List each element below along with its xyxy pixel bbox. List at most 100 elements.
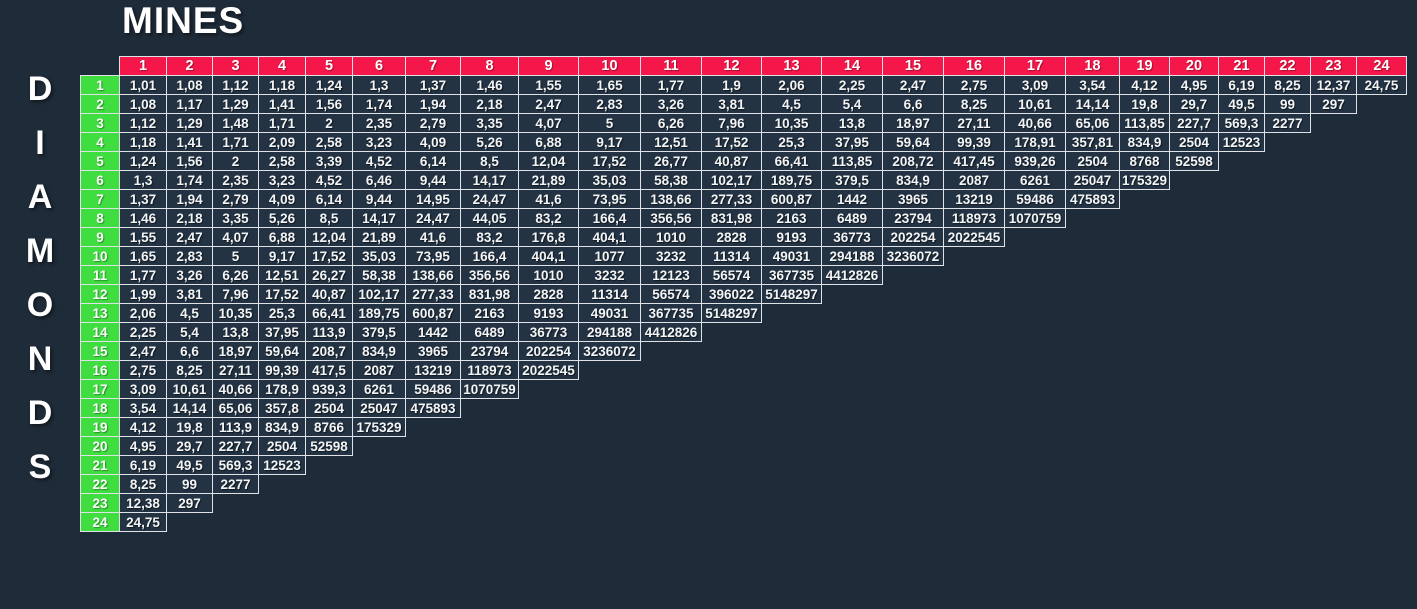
multiplier-cell: 24,47: [461, 190, 519, 209]
mines-column-header: 15: [883, 57, 944, 76]
multiplier-cell: 6489: [461, 323, 519, 342]
mines-column-header: 14: [822, 57, 883, 76]
multiplier-cell: 7,96: [213, 285, 259, 304]
multiplier-cell: 2,75: [120, 361, 167, 380]
multiplier-cell: 834,9: [883, 171, 944, 190]
multiplier-cell: 73,95: [579, 190, 641, 209]
multiplier-cell: 2828: [519, 285, 579, 304]
multiplier-cell: 2,83: [579, 95, 641, 114]
diamonds-row-header: 19: [81, 418, 120, 437]
multiplier-cell: 14,17: [353, 209, 406, 228]
multiplier-cell: 3232: [579, 266, 641, 285]
multiplier-cell: 10,61: [167, 380, 213, 399]
multiplier-cell: 4,52: [306, 171, 353, 190]
multiplier-cell: 1,41: [259, 95, 306, 114]
multiplier-cell: 12,51: [259, 266, 306, 285]
multiplier-cell: 939,3: [306, 380, 353, 399]
multiplier-cell: 58,38: [353, 266, 406, 285]
multiplier-cell: 25047: [353, 399, 406, 418]
multiplier-cell: 56574: [641, 285, 702, 304]
multiplier-cell: 2022545: [519, 361, 579, 380]
multiplier-cell: 49,5: [1219, 95, 1265, 114]
multiplier-cell: 9,17: [579, 133, 641, 152]
table-row: 2312,38297: [81, 494, 1407, 513]
multiplier-cell: 2,83: [167, 247, 213, 266]
multiplier-cell: 26,77: [641, 152, 702, 171]
multiplier-cell: 834,9: [259, 418, 306, 437]
multiplier-cell: 1,3: [120, 171, 167, 190]
multiplier-cell: 19,8: [1120, 95, 1170, 114]
table-row: 216,1949,5569,312523: [81, 456, 1407, 475]
multiplier-cell: 29,7: [167, 437, 213, 456]
multiplier-cell: 3,35: [461, 114, 519, 133]
multiplier-cell: 1,74: [353, 95, 406, 114]
multiplier-cell: 1,29: [167, 114, 213, 133]
mines-column-header: 9: [519, 57, 579, 76]
multiplier-cell: 14,95: [406, 190, 461, 209]
multiplier-cell: 1,48: [213, 114, 259, 133]
diamonds-row-header: 8: [81, 209, 120, 228]
multiplier-cell: 2087: [944, 171, 1005, 190]
multiplier-cell: 2,09: [259, 133, 306, 152]
multiplier-cell: 13219: [406, 361, 461, 380]
multiplier-cell: 1,56: [306, 95, 353, 114]
multiplier-cell: 1,18: [259, 76, 306, 95]
multiplier-cell: 175329: [1120, 171, 1170, 190]
table-row: 71,371,942,794,096,149,4414,9524,4741,67…: [81, 190, 1407, 209]
multiplier-cell: 2,58: [259, 152, 306, 171]
multiplier-cell: 569,3: [213, 456, 259, 475]
multiplier-cell: 404,1: [519, 247, 579, 266]
multiplier-cell: 52598: [1170, 152, 1219, 171]
multiplier-cell: 65,06: [1066, 114, 1120, 133]
multiplier-cell: 2,35: [353, 114, 406, 133]
multiplier-cell: 2022545: [944, 228, 1005, 247]
multiplier-cell: 6,14: [406, 152, 461, 171]
table-row: 81,462,183,355,268,514,1724,4744,0583,21…: [81, 209, 1407, 228]
multiplier-cell: 3236072: [579, 342, 641, 361]
multiplier-cell: 1,65: [120, 247, 167, 266]
mines-column-header: 22: [1265, 57, 1311, 76]
multiplier-cell: 35,03: [353, 247, 406, 266]
multiplier-cell: 189,75: [762, 171, 822, 190]
diamonds-row-header: 7: [81, 190, 120, 209]
table-row: 121,993,817,9617,5240,87102,17277,33831,…: [81, 285, 1407, 304]
multiplier-cell: 3232: [641, 247, 702, 266]
multiplier-cell: 3,81: [167, 285, 213, 304]
multiplier-cell: 2,25: [120, 323, 167, 342]
multiplier-cell: 59,64: [259, 342, 306, 361]
multiplier-cell: 1,37: [120, 190, 167, 209]
multiplier-cell: 8,5: [306, 209, 353, 228]
multiplier-cell: 1,94: [406, 95, 461, 114]
multiplier-cell: 396022: [702, 285, 762, 304]
multiplier-cell: 6261: [1005, 171, 1066, 190]
multiplier-cell: 14,17: [461, 171, 519, 190]
multiplier-cell: 831,98: [461, 285, 519, 304]
multiplier-cell: 17,52: [702, 133, 762, 152]
multiplier-cell: 2,79: [406, 114, 461, 133]
multiplier-cell: 24,75: [120, 513, 167, 532]
multiplier-cell: 4,07: [213, 228, 259, 247]
mines-column-header: 24: [1357, 57, 1407, 76]
multiplier-cell: 834,9: [1120, 133, 1170, 152]
diamonds-axis-letter: D: [28, 62, 53, 116]
multiplier-cell: 2504: [1066, 152, 1120, 171]
diamonds-row-header: 2: [81, 95, 120, 114]
multiplier-cell: 3,81: [702, 95, 762, 114]
multiplier-cell: 1,41: [167, 133, 213, 152]
multiplier-cell: 404,1: [579, 228, 641, 247]
multiplier-cell: 9,44: [353, 190, 406, 209]
multiplier-cell: 83,2: [519, 209, 579, 228]
multiplier-cell: 65,06: [213, 399, 259, 418]
multiplier-cell: 2: [306, 114, 353, 133]
multiplier-cell: 834,9: [353, 342, 406, 361]
table-row: 152,476,618,9759,64208,7834,939652379420…: [81, 342, 1407, 361]
table-row: 142,255,413,837,95113,9379,5144264893677…: [81, 323, 1407, 342]
multiplier-cell: 4,95: [1170, 76, 1219, 95]
multiplier-cell: 1010: [519, 266, 579, 285]
multiplier-cell: 56574: [702, 266, 762, 285]
multiplier-cell: 6,88: [519, 133, 579, 152]
multiplier-cell: 12,38: [120, 494, 167, 513]
mines-column-header: 19: [1120, 57, 1170, 76]
multiplier-cell: 118973: [461, 361, 519, 380]
multiplier-cell: 1,17: [167, 95, 213, 114]
